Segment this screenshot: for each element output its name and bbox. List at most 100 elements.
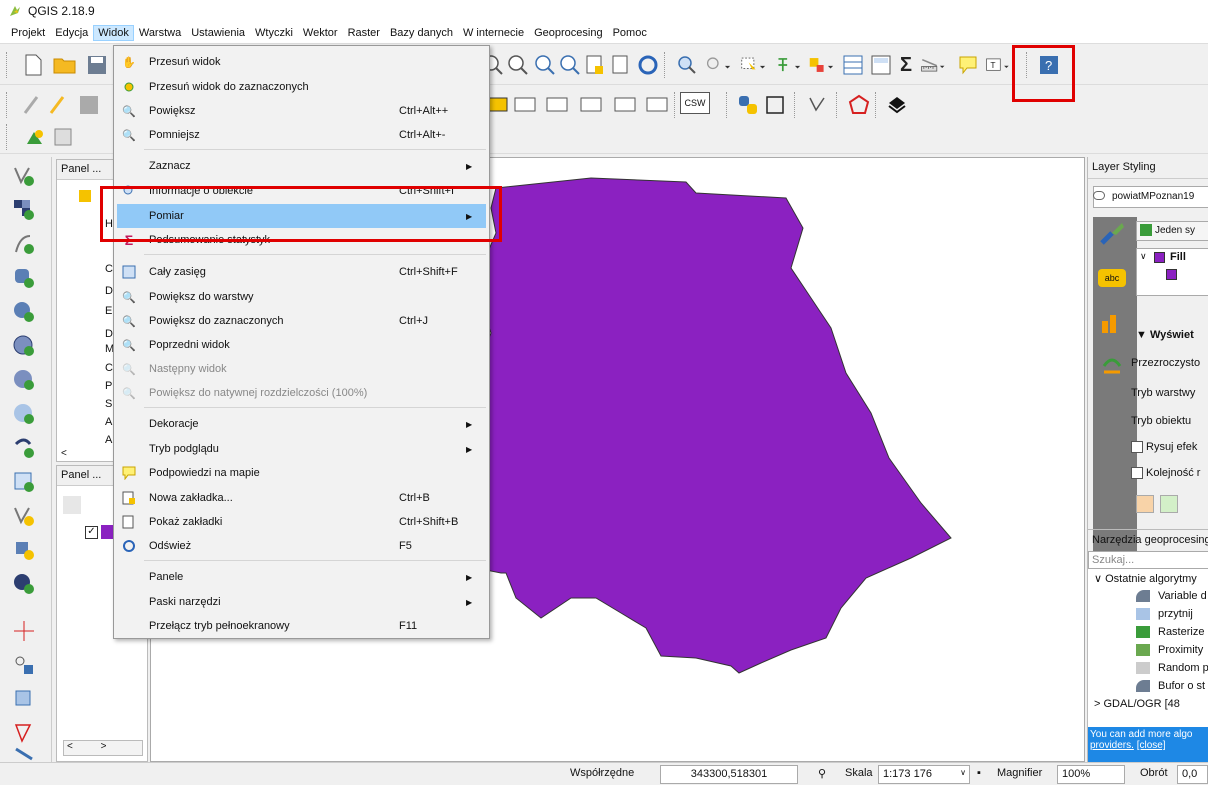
add-spatialite-icon[interactable] — [10, 298, 38, 326]
new-spatialite-icon[interactable] — [10, 570, 38, 598]
label-icon-3[interactable] — [544, 92, 570, 118]
recent-algorithms[interactable]: ∨ Ostatnie algorytmy — [1094, 572, 1197, 585]
menu-item-zoom-out[interactable]: 🔍 Pomniejsz Ctrl+Alt+- — [114, 123, 489, 147]
add-postgis-icon[interactable] — [10, 264, 38, 292]
label-icon-5[interactable] — [612, 92, 638, 118]
menu-item-decorations[interactable]: Dekoracje ▶ — [114, 412, 489, 436]
layers-stack-icon[interactable] — [884, 92, 910, 118]
browser-item[interactable]: P — [105, 380, 112, 392]
rotation-field[interactable]: 0,0 — [1177, 765, 1208, 784]
menu-widok[interactable]: Widok — [93, 24, 134, 41]
menu-bazy-danych[interactable]: Bazy danych — [385, 25, 458, 41]
add-wcs-icon[interactable] — [10, 366, 38, 394]
rectangle-tool-icon[interactable] — [762, 92, 788, 118]
attribute-table-icon[interactable] — [840, 52, 866, 78]
browser-item[interactable]: A — [105, 434, 112, 446]
zoom-out-toolbar-icon[interactable] — [505, 52, 531, 78]
new-project-icon[interactable] — [20, 52, 46, 78]
effects-checkbox[interactable]: Rysuj efek — [1131, 441, 1197, 454]
algorithm-item[interactable]: Bufor o st — [1158, 680, 1205, 692]
menu-wektor[interactable]: Wektor — [298, 25, 343, 41]
menu-warstwa[interactable]: Warstwa — [134, 25, 186, 41]
add-wms-icon[interactable] — [10, 332, 38, 360]
menu-item-zoom-selected[interactable]: 🔍 Powiększ do zaznaczonych Ctrl+J — [114, 309, 489, 333]
add-wfs-icon[interactable] — [10, 400, 38, 428]
close-link[interactable]: [close] — [1137, 740, 1166, 751]
algorithm-item[interactable]: Proximity — [1158, 644, 1203, 656]
add-delimited-text-icon[interactable] — [10, 230, 38, 258]
menu-item-new-bookmark[interactable]: Nowa zakładka... Ctrl+B — [114, 486, 489, 510]
menu-item-select[interactable]: Zaznacz ▶ — [114, 154, 489, 178]
label-icon-6[interactable] — [644, 92, 670, 118]
menu-item-refresh[interactable]: Odśwież F5 — [114, 534, 489, 558]
measure-ruler-icon[interactable] — [920, 52, 946, 78]
satellite-tool-icon[interactable] — [10, 747, 38, 761]
menu-item-show-bookmarks[interactable]: Pokaż zakładki Ctrl+Shift+B — [114, 510, 489, 534]
scale-lock-icon[interactable]: ⚲ — [818, 767, 826, 780]
menu-item-fullscreen[interactable]: Przełącz tryb pełnoekranowy F11 — [114, 614, 489, 638]
add-arcgis-icon[interactable] — [10, 434, 38, 462]
text-annotation-icon[interactable]: T — [985, 52, 1011, 78]
refresh-toolbar-icon[interactable] — [635, 52, 661, 78]
layer-tool-icon[interactable] — [10, 685, 38, 713]
menu-item-map-tips[interactable]: Podpowiedzi na mapie — [114, 461, 489, 485]
label-icon-2[interactable] — [512, 92, 538, 118]
bookmark-new-toolbar-icon[interactable] — [582, 52, 608, 78]
show-bookmarks-toolbar-icon[interactable] — [608, 52, 634, 78]
plugin-tool-icon-2[interactable] — [50, 124, 76, 150]
providers-link[interactable]: providers. — [1090, 740, 1134, 751]
menu-item-panels[interactable]: Panele ▶ — [114, 565, 489, 589]
digitize-tool-icon[interactable] — [10, 719, 38, 747]
plugin-tool-icon[interactable] — [22, 124, 48, 150]
menu-w-internecie[interactable]: W internecie — [458, 25, 529, 41]
menu-item-zoom-layer[interactable]: 🔍 Powiększ do warstwy — [114, 285, 489, 309]
csw-button[interactable]: CSW — [680, 92, 710, 114]
menu-item-zoom-last[interactable]: 🔍 Poprzedni widok — [114, 333, 489, 357]
browser-item[interactable]: E — [105, 305, 112, 317]
statistics-sigma-icon[interactable]: Σ — [893, 52, 919, 78]
layer-style-icon[interactable] — [63, 496, 81, 514]
add-raster-layer-icon[interactable] — [10, 196, 38, 224]
current-edits-icon[interactable] — [18, 92, 44, 118]
browser-item[interactable]: A — [105, 416, 112, 428]
menu-item-pan-to-selected[interactable]: Przesuń widok do zaznaczonych — [114, 75, 489, 99]
menu-wtyczki[interactable]: Wtyczki — [250, 25, 298, 41]
paintbrush-icon[interactable] — [1098, 219, 1126, 247]
algorithm-item[interactable]: Variable d — [1158, 590, 1207, 602]
identify-dropdown-icon[interactable] — [705, 52, 731, 78]
tree-expand-icon[interactable]: ∨ — [1140, 251, 1147, 262]
layer-selector[interactable]: powiatMPoznan19 — [1093, 186, 1208, 208]
lock-icon[interactable]: ▪ — [977, 767, 981, 779]
deselect-icon[interactable] — [808, 52, 834, 78]
add-virtual-layer-icon[interactable] — [10, 468, 38, 496]
browser-item[interactable]: C — [105, 362, 113, 374]
zoom-last-toolbar-icon[interactable] — [557, 52, 583, 78]
python-console-icon[interactable] — [735, 92, 761, 118]
zoom-layer-toolbar-icon[interactable] — [532, 52, 558, 78]
layer-visibility-checkbox[interactable]: ✓ — [85, 526, 98, 539]
menu-edycja[interactable]: Edycja — [50, 25, 93, 41]
menu-item-full-extent[interactable]: Cały zasięg Ctrl+Shift+F — [114, 260, 489, 284]
horizontal-scrollbar[interactable]: < > — [63, 740, 143, 756]
map-tips-toolbar-icon[interactable] — [955, 52, 981, 78]
browser-item[interactable]: D — [105, 285, 113, 297]
select-features-icon[interactable] — [740, 52, 766, 78]
menu-item-preview-mode[interactable]: Tryb podglądu ▶ — [114, 437, 489, 461]
browser-item[interactable]: S — [105, 398, 112, 410]
menu-pomoc[interactable]: Pomoc — [608, 25, 652, 41]
new-shapefile-icon[interactable] — [10, 536, 38, 564]
undo-icon[interactable] — [1136, 495, 1154, 513]
redo-icon[interactable] — [1160, 495, 1178, 513]
save-project-icon[interactable] — [84, 52, 110, 78]
vertex-tool-icon[interactable] — [804, 92, 830, 118]
crosshair-icon[interactable] — [10, 617, 38, 645]
label-icon-4[interactable] — [578, 92, 604, 118]
menu-projekt[interactable]: Projekt — [6, 25, 50, 41]
menu-geoprocesing[interactable]: Geoprocesing — [529, 25, 608, 41]
field-calculator-icon[interactable] — [868, 52, 894, 78]
gdal-group[interactable]: > GDAL/OGR [48 — [1094, 698, 1180, 710]
district-polygon[interactable] — [415, 177, 952, 674]
diagram-icon[interactable] — [1098, 309, 1126, 337]
menu-ustawienia[interactable]: Ustawienia — [186, 25, 250, 41]
new-vector-layer-icon[interactable] — [10, 502, 38, 530]
